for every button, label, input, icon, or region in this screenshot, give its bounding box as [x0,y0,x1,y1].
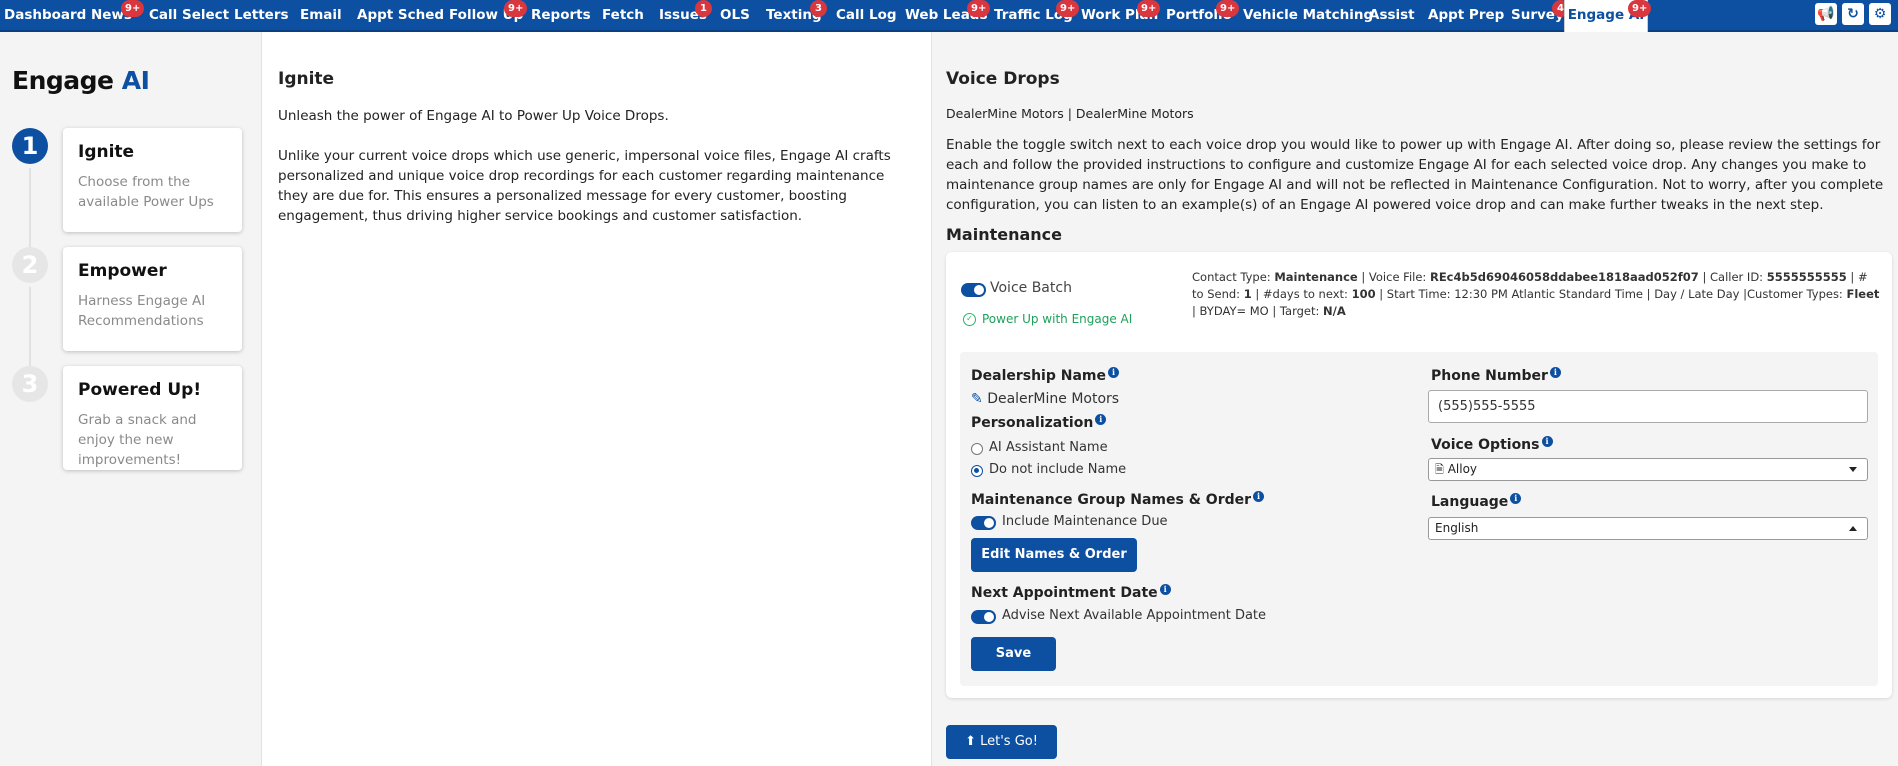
voice-batch-toggle[interactable] [961,283,986,297]
step-connector [29,168,31,258]
phone-number-label: Phone Number i [1431,367,1561,384]
voice-options-label: Voice Options i [1431,436,1553,453]
advise-next-appointment-label: Advise Next Available Appointment Date [1002,608,1267,623]
step-desc: Grab a snack and enjoy the new improveme… [78,412,197,468]
info-icon[interactable]: i [1159,584,1171,595]
nav-call-log[interactable]: Call Log [836,0,897,30]
wizard-sidebar: Engage AI 1 Ignite Choose from the avail… [0,32,262,766]
info-icon[interactable]: i [1549,367,1561,378]
phone-number-input[interactable]: (555)555-5555 [1428,390,1868,423]
ignite-title: Ignite [278,69,335,89]
voice-batch-card: Voice Batch ✓ Power Up with Engage AI Co… [946,252,1892,698]
dealership-name-value[interactable]: ✎ DealerMine Motors [971,391,1119,407]
step-card-powered-up[interactable]: Powered Up! Grab a snack and enjoy the n… [63,366,242,470]
step-desc: Choose from the available Power Ups [78,174,214,210]
info-icon[interactable]: i [1541,436,1553,447]
engage-ai-badge: 9+ [1628,0,1652,17]
chevron-down-icon [1849,467,1857,472]
megaphone-icon[interactable]: 📢 [1815,3,1837,25]
next-appointment-label: Next Appointment Date i [971,584,1171,601]
maintenance-group-label: Maintenance Group Names & Order i [971,491,1265,508]
check-circle-icon: ✓ [963,313,976,326]
advise-next-appointment-toggle[interactable] [971,610,996,624]
save-button[interactable]: Save [971,637,1056,671]
voice-drops-description: Enable the toggle switch next to each vo… [946,137,1884,213]
radio-ai-assistant-name-label: AI Assistant Name [989,440,1108,455]
engage-ai-logo: Engage AI [12,66,150,95]
nav-reports[interactable]: Reports [531,0,591,30]
voice-batch-info: Contact Type: Maintenance | Voice File: … [1192,270,1880,318]
ignite-description: Unlike your current voice drops which us… [278,148,891,224]
nav-fetch[interactable]: Fetch [602,0,644,30]
refresh-icon[interactable]: ↻ [1842,3,1864,25]
follow-up-badge: 9+ [504,0,528,17]
arrow-up-circle-icon: ⬆ [965,734,976,749]
step-title: Powered Up! [78,380,202,400]
include-maintenance-toggle[interactable] [971,516,996,530]
radio-do-not-include-name[interactable] [971,465,983,477]
language-select[interactable]: English [1428,517,1868,540]
radio-ai-assistant-name[interactable] [971,443,983,455]
step-title: Empower [78,261,167,281]
texting-badge: 3 [810,0,827,17]
work-plan-badge: 9+ [1137,0,1161,17]
nav-ols[interactable]: OLS [720,0,750,30]
ignite-panel: Ignite Unleash the power of Engage AI to… [262,32,932,766]
voice-batch-label: Voice Batch [990,280,1072,296]
file-icon: 🗎 [1435,463,1444,476]
step-title: Ignite [78,142,135,162]
edit-names-order-button[interactable]: Edit Names & Order [971,538,1137,572]
dealership-name-label: Dealership Name i [971,367,1120,384]
gear-icon[interactable]: ⚙ [1869,3,1891,25]
step-connector [29,287,31,377]
info-icon[interactable]: i [1108,367,1120,378]
nav-assist[interactable]: Assist [1369,0,1415,30]
top-nav: Dashboard News 9+ Call Select Letters Em… [0,0,1898,32]
step-desc: Harness Engage AI Recommendations [78,293,206,329]
radio-do-not-include-name-label: Do not include Name [989,462,1127,477]
voice-drops-title: Voice Drops [946,69,1060,89]
step-number-3: 3 [12,366,48,402]
voice-options-select[interactable]: 🗎 Alloy [1428,458,1868,481]
language-label: Language i [1431,493,1522,510]
edit-icon[interactable]: ✎ [971,391,983,407]
nav-dashboard[interactable]: Dashboard [4,0,86,30]
nav-vehicle-matching[interactable]: Vehicle Matching [1243,0,1373,30]
voice-drops-panel: Voice Drops DealerMine Motors | DealerMi… [932,32,1898,766]
portfolio-badge: 9+ [1216,0,1240,17]
nav-appt-sched[interactable]: Appt Sched [357,0,444,30]
news-badge: 9+ [121,0,145,17]
power-up-status: Power Up with Engage AI [982,312,1133,326]
chevron-up-icon [1849,526,1857,531]
nav-email[interactable]: Email [300,0,342,30]
engage-ai-settings: Dealership Name i ✎ DealerMine Motors Per… [960,352,1878,686]
nav-letters[interactable]: Letters [234,0,289,30]
info-icon[interactable]: i [1253,491,1265,502]
web-leads-badge: 9+ [967,0,991,17]
step-card-empower[interactable]: Empower Harness Engage AI Recommendation… [63,247,242,351]
personalization-label: Personalization i [971,414,1107,431]
maintenance-section-title: Maintenance [946,225,1063,244]
nav-call-select[interactable]: Call Select [149,0,229,30]
lets-go-button[interactable]: ⬆ Let's Go! [946,725,1057,759]
info-icon[interactable]: i [1095,414,1107,425]
traffic-log-badge: 9+ [1056,0,1080,17]
dealer-line: DealerMine Motors | DealerMine Motors [946,106,1194,121]
include-maintenance-label: Include Maintenance Due [1002,514,1168,529]
nav-appt-prep[interactable]: Appt Prep [1428,0,1504,30]
step-number-2: 2 [12,247,48,283]
info-icon[interactable]: i [1510,493,1522,504]
step-number-1: 1 [12,128,48,164]
ignite-intro: Unleash the power of Engage AI to Power … [278,108,669,124]
step-card-ignite[interactable]: Ignite Choose from the available Power U… [63,128,242,232]
issues-badge: 1 [695,0,712,17]
